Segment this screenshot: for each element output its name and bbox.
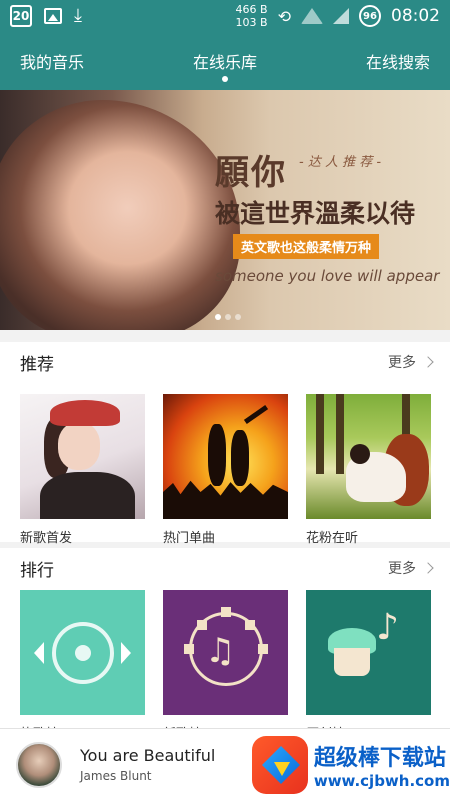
more-button[interactable]: 更多 <box>388 352 434 372</box>
speed-down: 103 B <box>235 16 268 29</box>
music-note-icon: ♫ <box>163 590 288 715</box>
site-watermark: 超级棒下载站 www.cjbwh.com <box>252 732 450 798</box>
artist-avatar <box>16 741 62 788</box>
section-header: 排行 更多 <box>20 548 434 588</box>
battery-level: 96 <box>363 10 377 22</box>
promo-banner[interactable]: 願你 - 达 人 推 荐 - 被這世界溫柔以待 英文歌也这般柔情万种 someo… <box>0 90 450 330</box>
pager-dot <box>215 314 221 320</box>
calendar-day: 20 <box>12 9 30 23</box>
tab-online-library[interactable]: 在线乐库 <box>193 32 257 90</box>
calendar-icon: 20 <box>10 5 32 27</box>
ranking-section: 排行 更多 热歌榜 ♫ 新歌榜 ♪ <box>0 548 450 742</box>
signal-icon <box>333 8 349 24</box>
card-original-chart[interactable]: ♪ 原创榜 <box>306 590 431 742</box>
card-hot-singles[interactable]: 热门单曲 <box>163 394 288 546</box>
more-label: 更多 <box>388 561 416 577</box>
banner-tag: 英文歌也这般柔情万种 <box>233 234 380 259</box>
battery-icon: 96 <box>359 5 381 27</box>
tab-label: 在线乐库 <box>192 53 257 72</box>
watermark-logo-icon <box>252 736 308 794</box>
more-label: 更多 <box>388 355 416 371</box>
clock: 08:02 <box>391 6 440 26</box>
card-label: 新歌首发 <box>20 531 73 546</box>
section-title: 推荐 <box>20 354 54 375</box>
watermark-name: 超级棒下载站 <box>313 746 446 771</box>
banner-text: 願你 - 达 人 推 荐 - 被這世界溫柔以待 英文歌也这般柔情万种 someo… <box>215 145 445 285</box>
banner-pager <box>215 314 241 320</box>
top-tabs: 我的音乐 在线乐库 在线搜索 <box>0 32 450 90</box>
network-speed: 466 B 103 B <box>236 3 268 29</box>
vinyl-icon <box>20 590 145 715</box>
card-label: 热门单曲 <box>163 531 216 546</box>
cover-image <box>306 394 431 519</box>
cover-image <box>163 394 288 519</box>
pager-dot <box>235 314 241 320</box>
chevron-right-icon <box>422 562 434 574</box>
more-button[interactable]: 更多 <box>388 558 434 578</box>
chevron-right-icon <box>422 356 434 368</box>
watermark-url: www.cjbwh.com <box>313 772 450 790</box>
section-header: 推荐 更多 <box>20 342 434 382</box>
section-title: 排行 <box>20 560 54 581</box>
cover-image <box>20 394 145 519</box>
banner-subtitle: - 达 人 推 荐 - <box>299 155 382 170</box>
tab-label: 在线搜索 <box>365 53 430 72</box>
tab-label: 我的音乐 <box>20 53 85 72</box>
cupcake-note-icon: ♪ <box>306 590 431 715</box>
banner-english: someone you love will appear <box>215 267 440 285</box>
tab-my-music[interactable]: 我的音乐 <box>20 32 84 90</box>
recommend-section: 推荐 更多 新歌首发 热门单曲 花粉在听 <box>0 342 450 546</box>
gallery-icon <box>44 8 62 24</box>
rotate-icon: ⟲ <box>277 6 291 26</box>
tab-online-search[interactable]: 在线搜索 <box>366 32 430 90</box>
song-title: You are Beautiful <box>80 746 216 765</box>
card-new-chart[interactable]: ♫ 新歌榜 <box>163 590 288 742</box>
card-label: 花粉在听 <box>306 531 359 546</box>
banner-photo <box>0 100 240 330</box>
card-new-songs[interactable]: 新歌首发 <box>20 394 145 546</box>
card-hot-chart[interactable]: 热歌榜 <box>20 590 145 742</box>
song-artist: James Blunt <box>80 769 152 783</box>
wifi-icon <box>301 8 323 24</box>
pager-dot <box>225 314 231 320</box>
speed-up: 466 B <box>235 3 268 16</box>
card-fans-listening[interactable]: 花粉在听 <box>306 394 431 546</box>
download-icon: ⤓ <box>74 5 82 26</box>
banner-headline: 被這世界溫柔以待 <box>215 199 416 228</box>
status-bar: 20 ⤓ 466 B 103 B ⟲ 96 08:02 <box>0 0 450 32</box>
song-info: You are Beautiful James Blunt <box>80 746 215 783</box>
